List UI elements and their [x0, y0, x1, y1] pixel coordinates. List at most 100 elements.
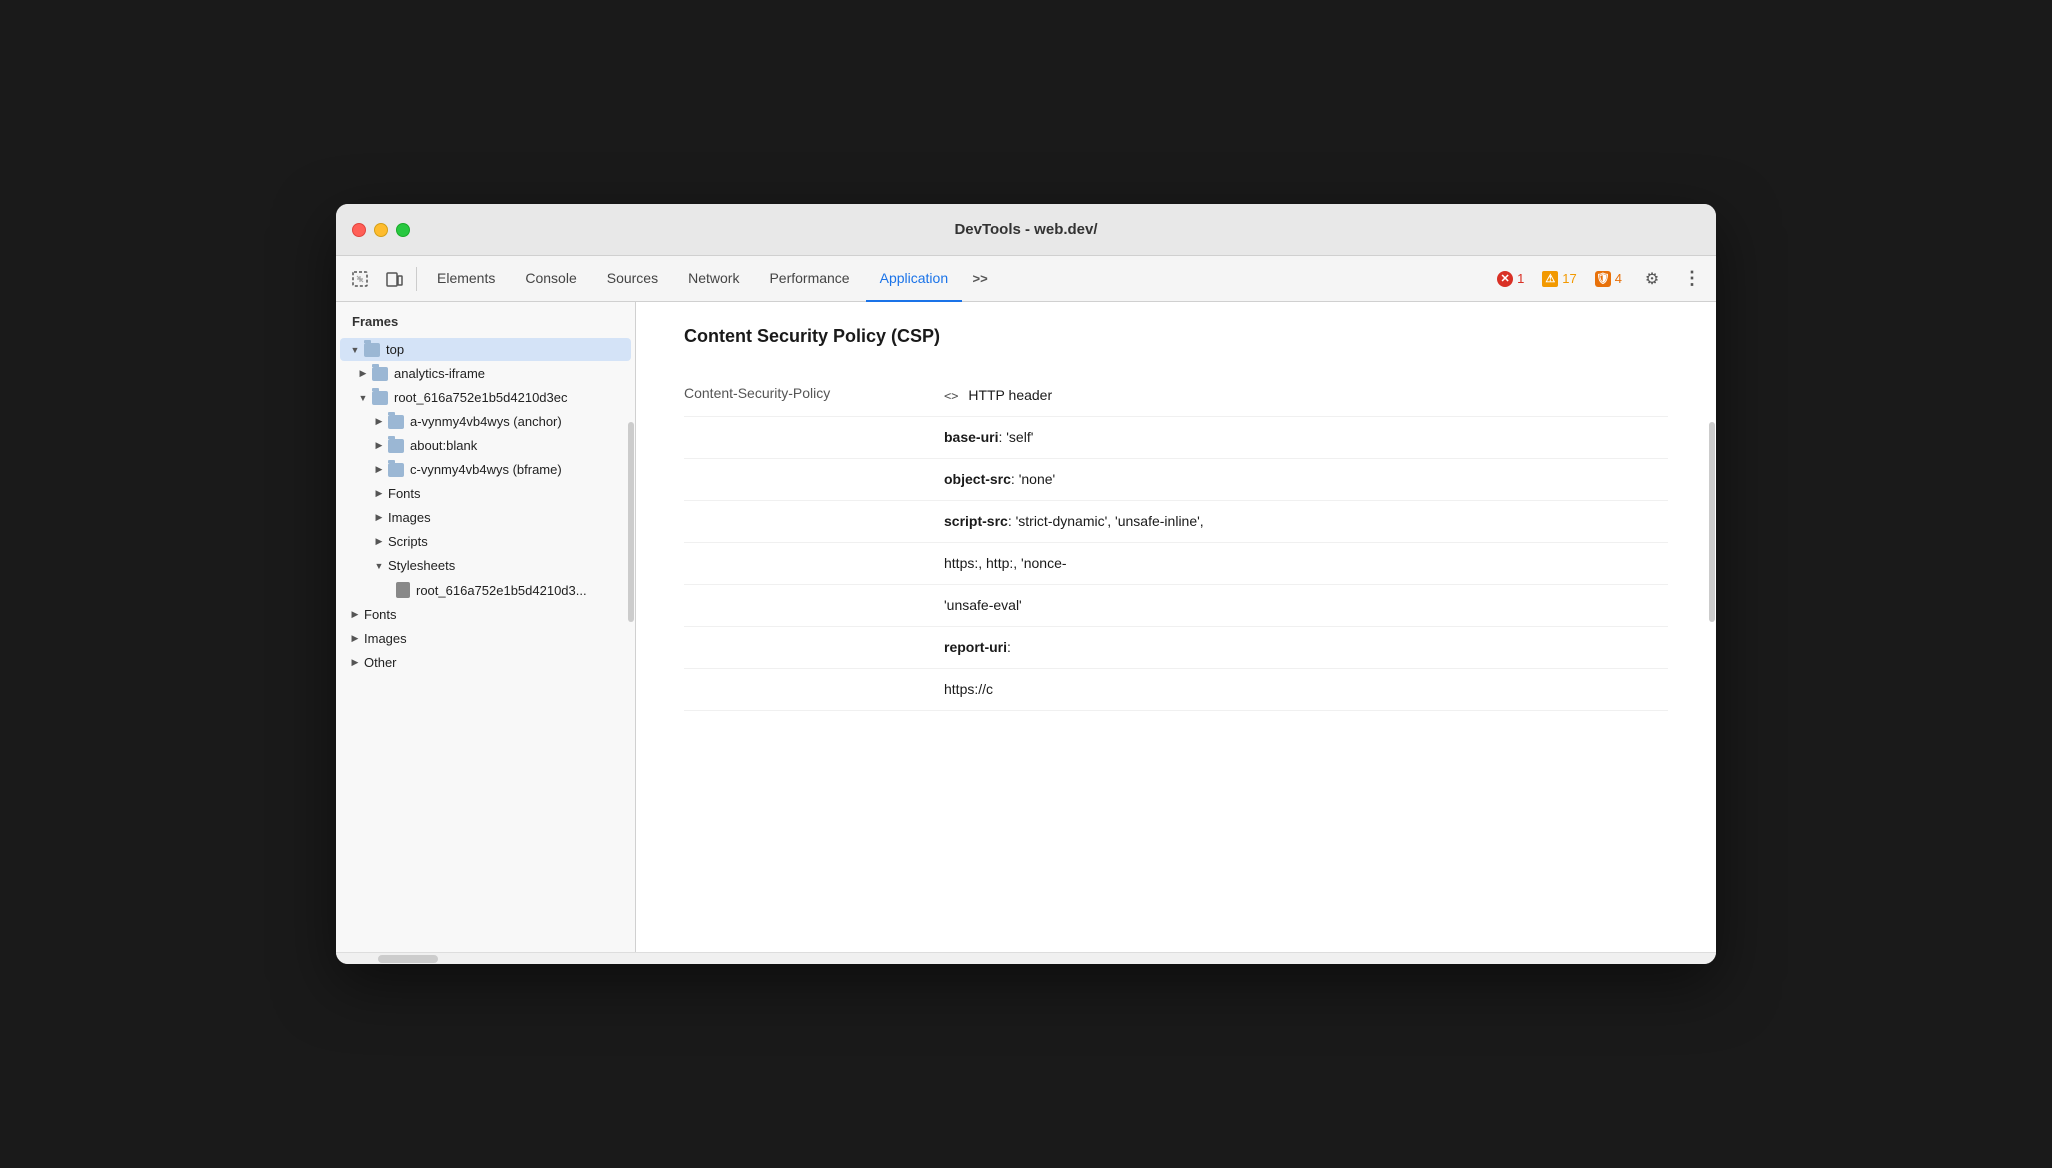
more-tabs-button[interactable]: >>	[964, 263, 996, 295]
info-icon: 🛡	[1595, 271, 1611, 287]
close-button[interactable]	[352, 223, 366, 237]
expand-arrow-fonts[interactable]	[348, 608, 362, 622]
csp-row-nonce: https:, http:, 'nonce-	[684, 543, 1668, 585]
tree-item-analytics-iframe[interactable]: analytics-iframe	[340, 362, 631, 385]
prop-value-https: https://c	[944, 681, 993, 697]
maximize-button[interactable]	[396, 223, 410, 237]
tree-label-cvynmy: c-vynmy4vb4wys (bframe)	[410, 462, 562, 477]
file-icon-stylesheet	[396, 582, 410, 598]
csp-row-report-uri: report-uri:	[684, 627, 1668, 669]
expand-arrow-analytics[interactable]	[356, 367, 370, 381]
expand-arrow-other[interactable]	[348, 656, 362, 670]
csp-key-header: Content-Security-Policy	[684, 385, 944, 401]
sidebar-scrollbar-thumb[interactable]	[628, 422, 634, 622]
more-options-button[interactable]: ⋮	[1676, 263, 1708, 295]
bottom-scrollbar-thumb[interactable]	[378, 955, 438, 963]
gear-icon: ⚙	[1645, 269, 1659, 289]
settings-button[interactable]: ⚙	[1636, 263, 1668, 295]
tree-item-scripts-sub[interactable]: Scripts	[340, 530, 631, 553]
expand-arrow-top[interactable]	[348, 343, 362, 357]
content-scrollbar-thumb[interactable]	[1709, 422, 1715, 622]
expand-arrow-images-sub[interactable]	[372, 511, 386, 525]
prop-value-unsafe-eval: 'unsafe-eval'	[944, 597, 1022, 613]
tab-sources[interactable]: Sources	[593, 256, 672, 302]
tree-item-top[interactable]: top	[340, 338, 631, 361]
toolbar-right: ✕ 1 ⚠ 17 🛡 4 ⚙ ⋮	[1491, 263, 1708, 295]
tree-label-top: top	[386, 342, 404, 357]
expand-arrow-fonts-sub[interactable]	[372, 487, 386, 501]
prop-value-base-uri: : 'self'	[998, 429, 1033, 445]
toolbar-separator-1	[416, 267, 417, 291]
tree-label-other: Other	[364, 655, 397, 670]
expand-arrow-cvynmy[interactable]	[372, 463, 386, 477]
tree-label-stylesheet-file: root_616a752e1b5d4210d3...	[416, 583, 587, 598]
expand-arrow-avynmy[interactable]	[372, 415, 386, 429]
folder-icon-analytics	[372, 367, 388, 381]
inspect-element-button[interactable]	[344, 263, 376, 295]
expand-arrow-about[interactable]	[372, 439, 386, 453]
tree-label-fonts-sub: Fonts	[388, 486, 421, 501]
sidebar-scrollbar[interactable]	[627, 302, 635, 952]
tree-label-images: Images	[364, 631, 407, 646]
tab-network[interactable]: Network	[674, 256, 753, 302]
tree-item-images[interactable]: Images	[340, 627, 631, 650]
prop-name-report-uri: report-uri	[944, 639, 1007, 655]
warning-badge[interactable]: ⚠ 17	[1536, 269, 1582, 289]
sidebar[interactable]: Frames top analytics-iframe root_616a752…	[336, 302, 636, 952]
prop-name-script-src: script-src	[944, 513, 1008, 529]
content-panel: Content Security Policy (CSP) Content-Se…	[636, 302, 1716, 952]
devtools-window: DevTools - web.dev/ Elements Console Sou…	[336, 204, 1716, 964]
expand-arrow-images[interactable]	[348, 632, 362, 646]
tab-performance[interactable]: Performance	[755, 256, 863, 302]
csp-value-unsafe-eval: 'unsafe-eval'	[944, 595, 1022, 616]
window-title: DevTools - web.dev/	[954, 221, 1097, 238]
tree-label-avynmy: a-vynmy4vb4wys (anchor)	[410, 414, 562, 429]
csp-value-nonce: https:, http:, 'nonce-	[944, 553, 1067, 574]
error-badge[interactable]: ✕ 1	[1491, 269, 1530, 289]
minimize-button[interactable]	[374, 223, 388, 237]
tab-application[interactable]: Application	[866, 256, 963, 302]
bottom-scrollbar[interactable]	[336, 952, 1716, 964]
csp-value-report-uri: report-uri:	[944, 637, 1011, 658]
folder-icon-root	[372, 391, 388, 405]
content-scrollbar[interactable]	[1708, 302, 1716, 952]
tree-item-fonts[interactable]: Fonts	[340, 603, 631, 626]
expand-arrow-stylesheets-sub[interactable]	[372, 559, 386, 573]
prop-value-report-uri: :	[1007, 639, 1011, 655]
csp-row-unsafe-eval: 'unsafe-eval'	[684, 585, 1668, 627]
prop-value-nonce: https:, http:, 'nonce-	[944, 555, 1067, 571]
csp-value-object-src: object-src: 'none'	[944, 469, 1055, 490]
tree-label-analytics-iframe: analytics-iframe	[394, 366, 485, 381]
folder-icon-top	[364, 343, 380, 357]
main-content: Frames top analytics-iframe root_616a752…	[336, 302, 1716, 952]
csp-value-script-src: script-src: 'strict-dynamic', 'unsafe-in…	[944, 511, 1204, 532]
tree-item-stylesheet-file[interactable]: root_616a752e1b5d4210d3...	[340, 578, 631, 602]
device-toggle-button[interactable]	[378, 263, 410, 295]
tree-label-fonts: Fonts	[364, 607, 397, 622]
expand-arrow-scripts-sub[interactable]	[372, 535, 386, 549]
tree-item-stylesheets-sub[interactable]: Stylesheets	[340, 554, 631, 577]
error-badge-group: ✕ 1 ⚠ 17 🛡 4	[1491, 269, 1628, 289]
csp-header-row: Content-Security-Policy <> HTTP header	[684, 375, 1668, 417]
sidebar-section-frames: Frames	[336, 302, 635, 337]
info-badge[interactable]: 🛡 4	[1589, 269, 1628, 289]
tree-item-images-sub[interactable]: Images	[340, 506, 631, 529]
csp-title: Content Security Policy (CSP)	[684, 326, 1668, 347]
tree-label-about: about:blank	[410, 438, 477, 453]
tree-item-root-616a[interactable]: root_616a752e1b5d4210d3ec	[340, 386, 631, 409]
expand-arrow-root[interactable]	[356, 391, 370, 405]
csp-row-base-uri: base-uri: 'self'	[684, 417, 1668, 459]
ellipsis-icon: ⋮	[1683, 268, 1701, 289]
tree-label-scripts-sub: Scripts	[388, 534, 428, 549]
tree-item-c-vynmy[interactable]: c-vynmy4vb4wys (bframe)	[340, 458, 631, 481]
tab-console[interactable]: Console	[511, 256, 590, 302]
tree-item-fonts-sub[interactable]: Fonts	[340, 482, 631, 505]
csp-row-object-src: object-src: 'none'	[684, 459, 1668, 501]
tree-item-about-blank[interactable]: about:blank	[340, 434, 631, 457]
tree-label-stylesheets-sub: Stylesheets	[388, 558, 455, 573]
prop-value-object-src: : 'none'	[1011, 471, 1055, 487]
tab-elements[interactable]: Elements	[423, 256, 509, 302]
folder-icon-cvynmy	[388, 463, 404, 477]
tree-item-a-vynmy[interactable]: a-vynmy4vb4wys (anchor)	[340, 410, 631, 433]
tree-item-other[interactable]: Other	[340, 651, 631, 674]
